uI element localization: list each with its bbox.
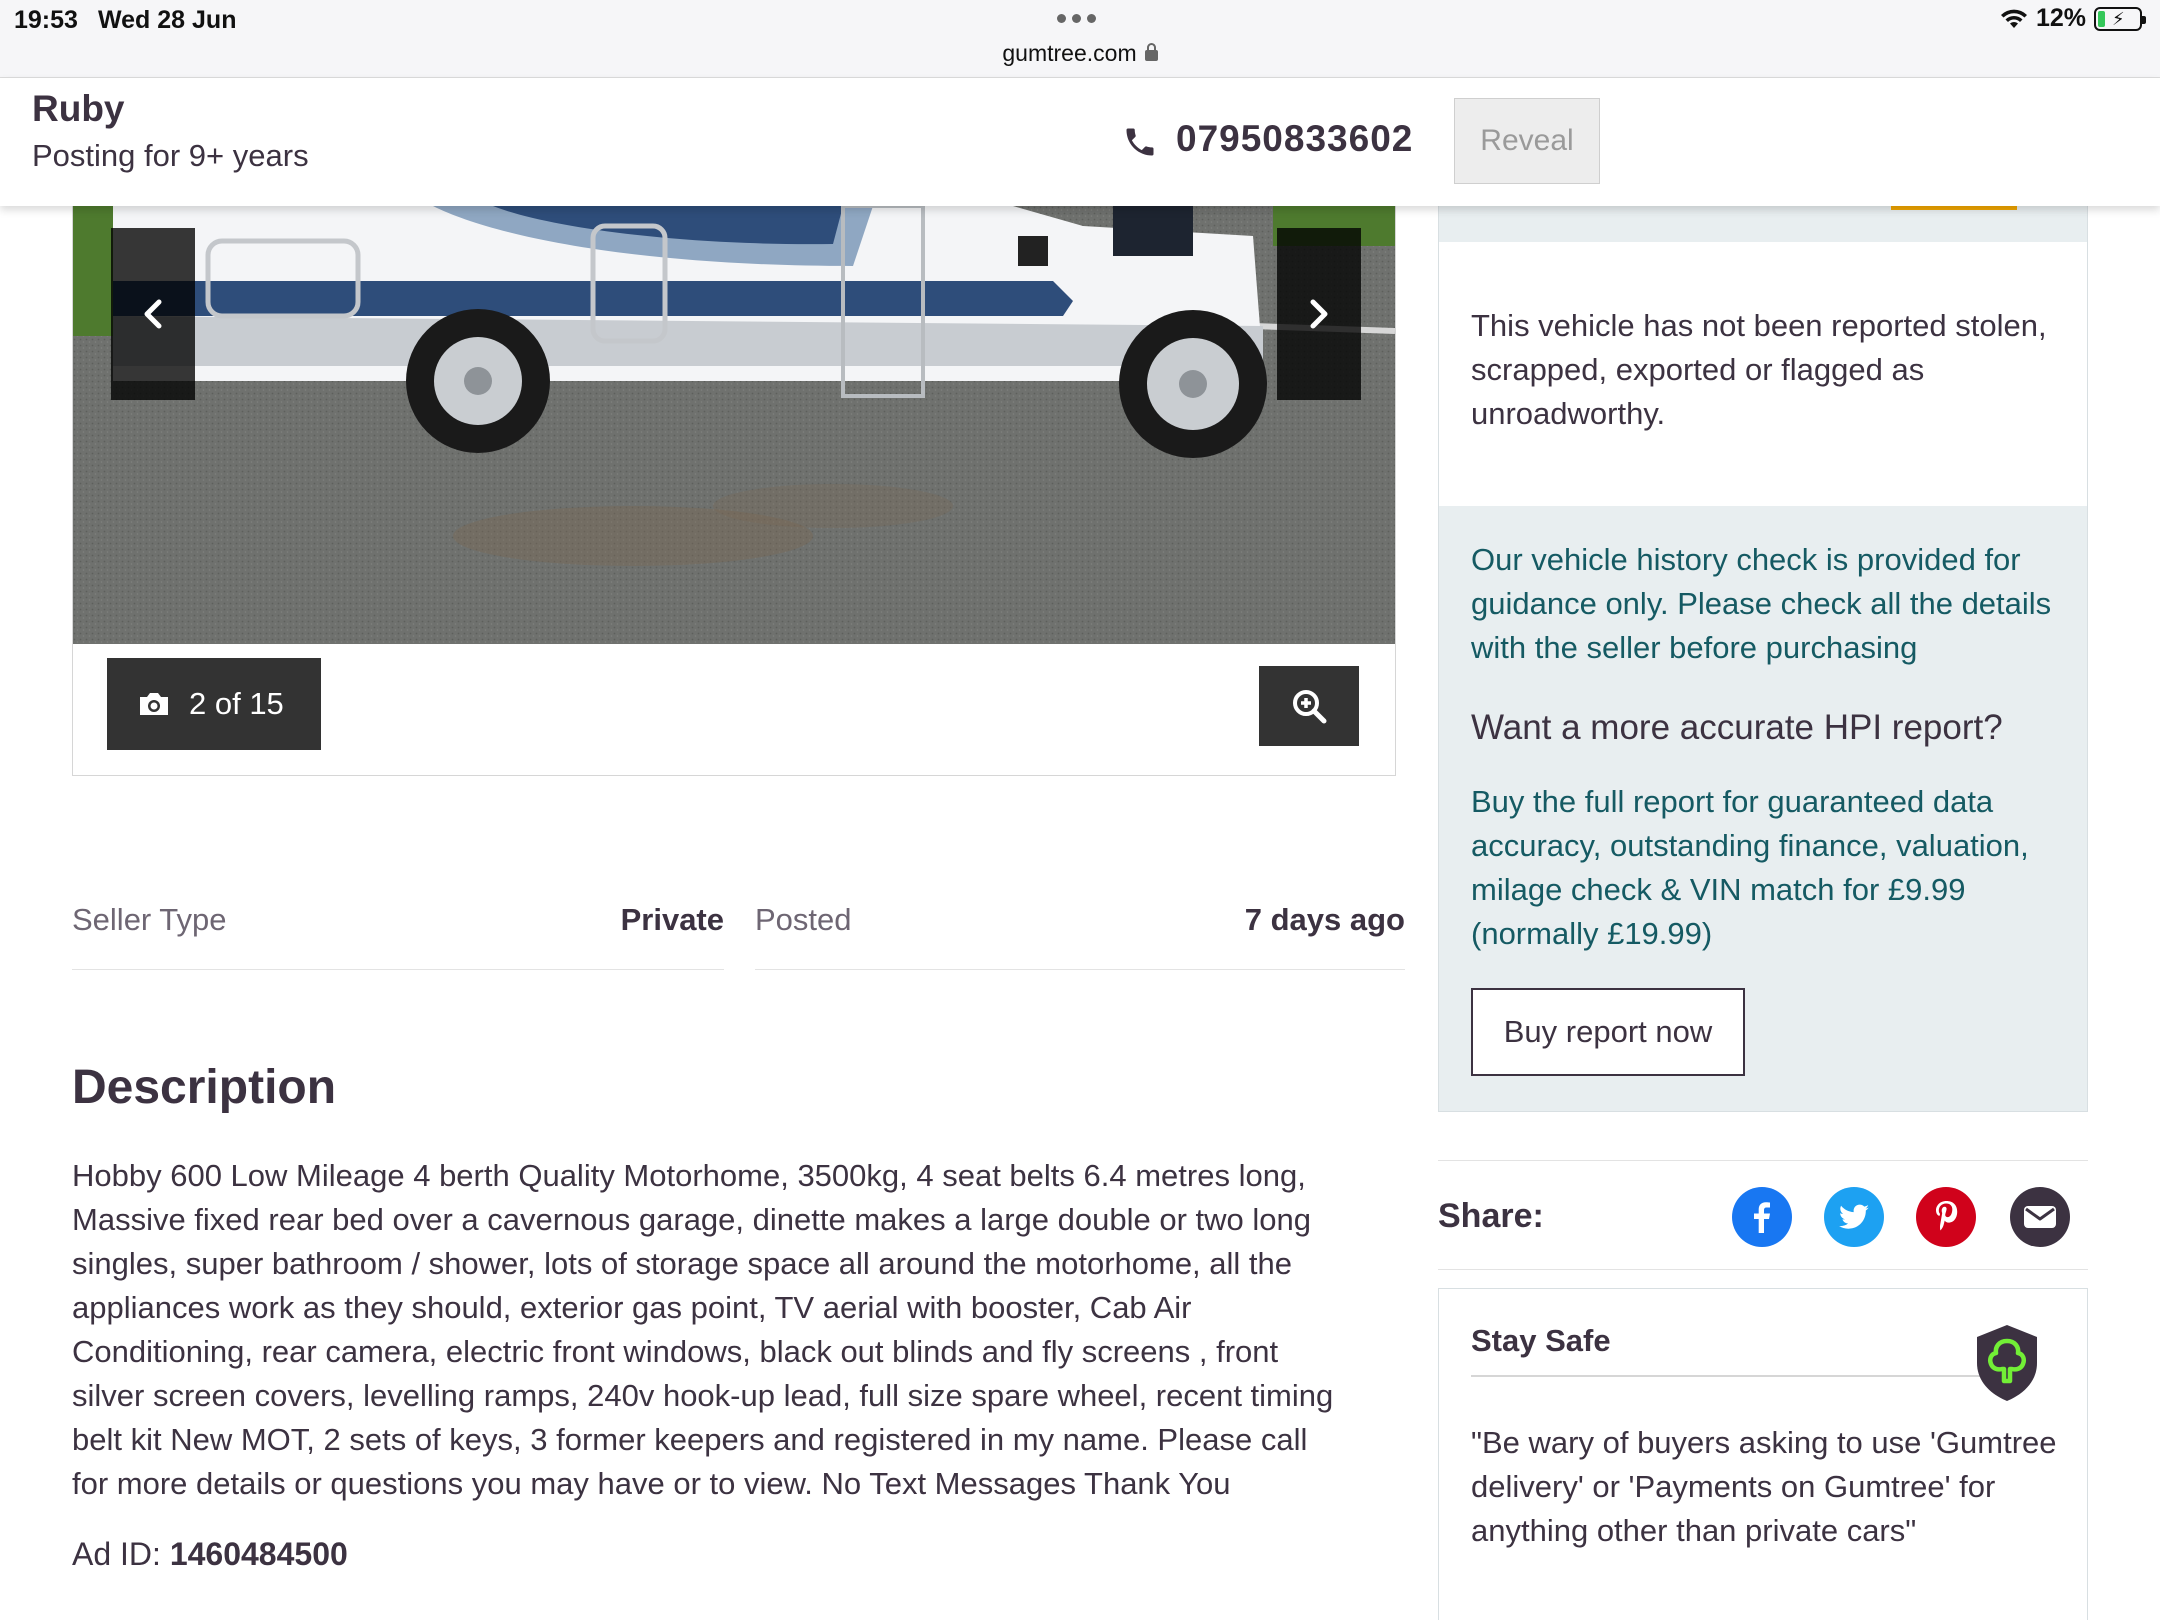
posted-row: Posted 7 days ago <box>755 898 1405 970</box>
facebook-share-button[interactable] <box>1732 1187 1792 1247</box>
status-date: Wed 28 Jun <box>98 6 237 34</box>
description-line: silver screen covers, levelling ramps, 2… <box>72 1378 1334 1413</box>
ad-id-label: Ad ID: <box>72 1536 161 1572</box>
description-line: for more details or questions you may ha… <box>72 1466 1231 1501</box>
share-row: Share: <box>1438 1160 2088 1270</box>
seller-type-row: Seller Type Private <box>72 898 724 970</box>
camera-icon <box>140 693 168 715</box>
hpi-guidance-text: Our vehicle history check is provided fo… <box>1471 542 2052 665</box>
buy-report-button[interactable]: Buy report now <box>1471 988 1745 1076</box>
email-icon <box>2024 1206 2056 1228</box>
status-bar: 19:53 Wed 28 Jun gumtree.com 12% ⚡ <box>0 0 2160 78</box>
description-line: Hobby 600 Low Mileage 4 berth Quality Mo… <box>72 1158 1306 1193</box>
photo-counter-button[interactable]: 2 of 15 <box>107 658 321 750</box>
description-line: belt kit New MOT, 2 sets of keys, 3 form… <box>72 1422 1308 1457</box>
sidebar-top-strip <box>1438 206 2088 242</box>
motorhome-photo[interactable] <box>73 206 1395 644</box>
seller-type-value: Private <box>620 902 724 937</box>
twitter-icon <box>1839 1204 1869 1229</box>
description-line: singles, super bathroom / shower, lots o… <box>72 1246 1293 1281</box>
chevron-right-icon <box>1310 299 1328 329</box>
photo-counter-text: 2 of 15 <box>189 686 284 721</box>
share-label: Share: <box>1438 1197 1544 1235</box>
posted-value: 7 days ago <box>1244 902 1405 937</box>
description-line: appliances work as they should, exterior… <box>72 1290 1192 1325</box>
previous-photo-button[interactable] <box>111 228 195 400</box>
seller-type-label: Seller Type <box>72 902 227 937</box>
status-time: 19:53 <box>14 6 78 34</box>
tab-overview-dots[interactable] <box>1057 14 1096 23</box>
seller-name[interactable]: Ruby <box>32 88 125 130</box>
seller-since: Posting for 9+ years <box>32 138 309 173</box>
stay-safe-quote: "Be wary of buyers asking to use 'Gumtre… <box>1471 1425 2057 1548</box>
reveal-phone-button[interactable]: Reveal <box>1454 98 1600 184</box>
divider <box>1471 1375 1999 1377</box>
battery-percent: 12% <box>2035 4 2086 32</box>
facebook-icon <box>1754 1202 1770 1233</box>
description-text: Hobby 600 Low Mileage 4 berth Quality Mo… <box>72 1154 1412 1506</box>
url-text: gumtree.com <box>1002 40 1137 66</box>
ad-id: Ad ID: 1460484500 <box>72 1536 348 1573</box>
stay-safe-title: Stay Safe <box>1471 1323 1611 1358</box>
address-bar[interactable]: gumtree.com <box>0 40 2160 67</box>
vehicle-status-panel: This vehicle has not been reported stole… <box>1438 242 2088 506</box>
stay-safe-panel: Stay Safe "Be wary of buyers asking to u… <box>1438 1288 2088 1620</box>
wifi-icon <box>2000 9 2027 28</box>
hpi-offer-text: Buy the full report for guaranteed data … <box>1471 784 2029 951</box>
twitter-share-button[interactable] <box>1824 1187 1884 1247</box>
vehicle-status-text: This vehicle has not been reported stole… <box>1471 308 2047 431</box>
lock-icon <box>1144 43 1158 61</box>
ad-id-value: 1460484500 <box>169 1536 348 1572</box>
photo-gallery: 2 of 15 <box>72 206 1396 776</box>
description-heading: Description <box>72 1061 337 1114</box>
next-photo-button[interactable] <box>1277 228 1361 400</box>
gumtree-shield-icon <box>1977 1325 2037 1401</box>
pinterest-icon <box>1936 1201 1958 1231</box>
pinterest-share-button[interactable] <box>1916 1187 1976 1247</box>
zoom-photo-button[interactable] <box>1259 666 1359 746</box>
hpi-report-panel: Our vehicle history check is provided fo… <box>1438 506 2088 1112</box>
motorhome-image <box>73 206 1395 644</box>
phone-icon <box>1126 128 1154 156</box>
description-line: Massive fixed rear bed over a cavernous … <box>72 1202 1311 1237</box>
seller-contact-bar: Ruby Posting for 9+ years 07950833602 Re… <box>0 78 2160 206</box>
hpi-question: Want a more accurate HPI report? <box>1471 708 2003 747</box>
posted-label: Posted <box>755 902 852 937</box>
status-indicators: 12% ⚡ <box>2000 4 2146 33</box>
chevron-left-icon <box>144 299 162 329</box>
battery-icon: ⚡ <box>2094 6 2146 31</box>
accent-underline <box>1891 206 2017 210</box>
zoom-in-icon <box>1293 690 1327 724</box>
email-share-button[interactable] <box>2010 1187 2070 1247</box>
phone-number: 07950833602 <box>1176 118 1414 159</box>
description-line: Conditioning, rear camera, electric fron… <box>72 1334 1279 1369</box>
